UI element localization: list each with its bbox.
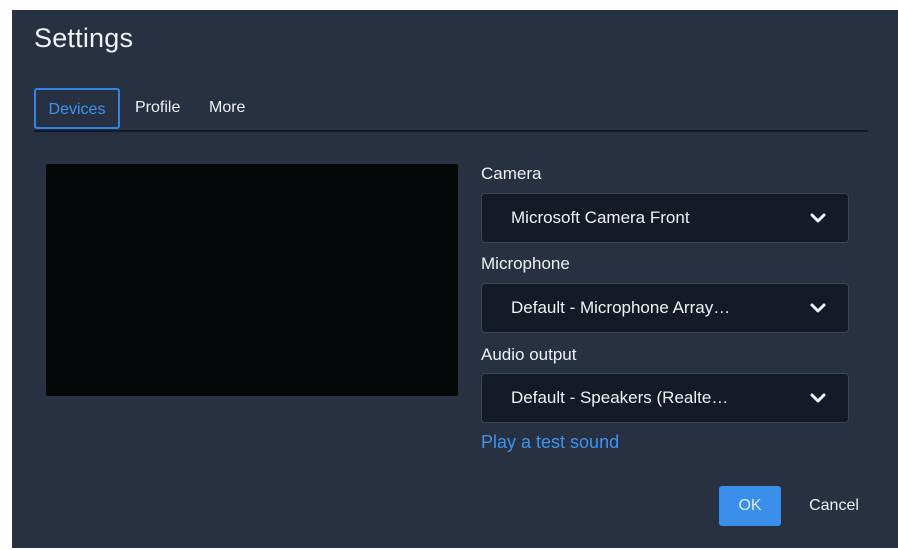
chevron-down-icon [810,213,826,223]
camera-preview [46,164,458,396]
settings-dialog: Settings Devices Profile More Camera Mic… [12,10,898,548]
camera-label: Camera [481,164,542,183]
tab-more[interactable]: More [209,88,245,128]
tab-profile[interactable]: Profile [135,88,180,128]
audio-output-label: Audio output [481,345,577,364]
settings-tabs: Devices Profile More [34,88,868,132]
audio-output-select[interactable]: Default - Speakers (Realte… [481,373,849,423]
camera-select[interactable]: Microsoft Camera Front [481,193,849,243]
chevron-down-icon [810,393,826,403]
dialog-title: Settings [34,23,134,53]
play-test-sound-link[interactable]: Play a test sound [481,432,619,453]
microphone-label: Microphone [481,254,570,273]
ok-button[interactable]: OK [719,486,781,526]
audio-output-select-value: Default - Speakers (Realte… [511,388,729,407]
microphone-select-value: Default - Microphone Array… [511,298,731,317]
chevron-down-icon [810,303,826,313]
tab-devices[interactable]: Devices [34,88,120,129]
microphone-select[interactable]: Default - Microphone Array… [481,283,849,333]
cancel-button[interactable]: Cancel [799,486,869,526]
camera-select-value: Microsoft Camera Front [511,208,690,227]
